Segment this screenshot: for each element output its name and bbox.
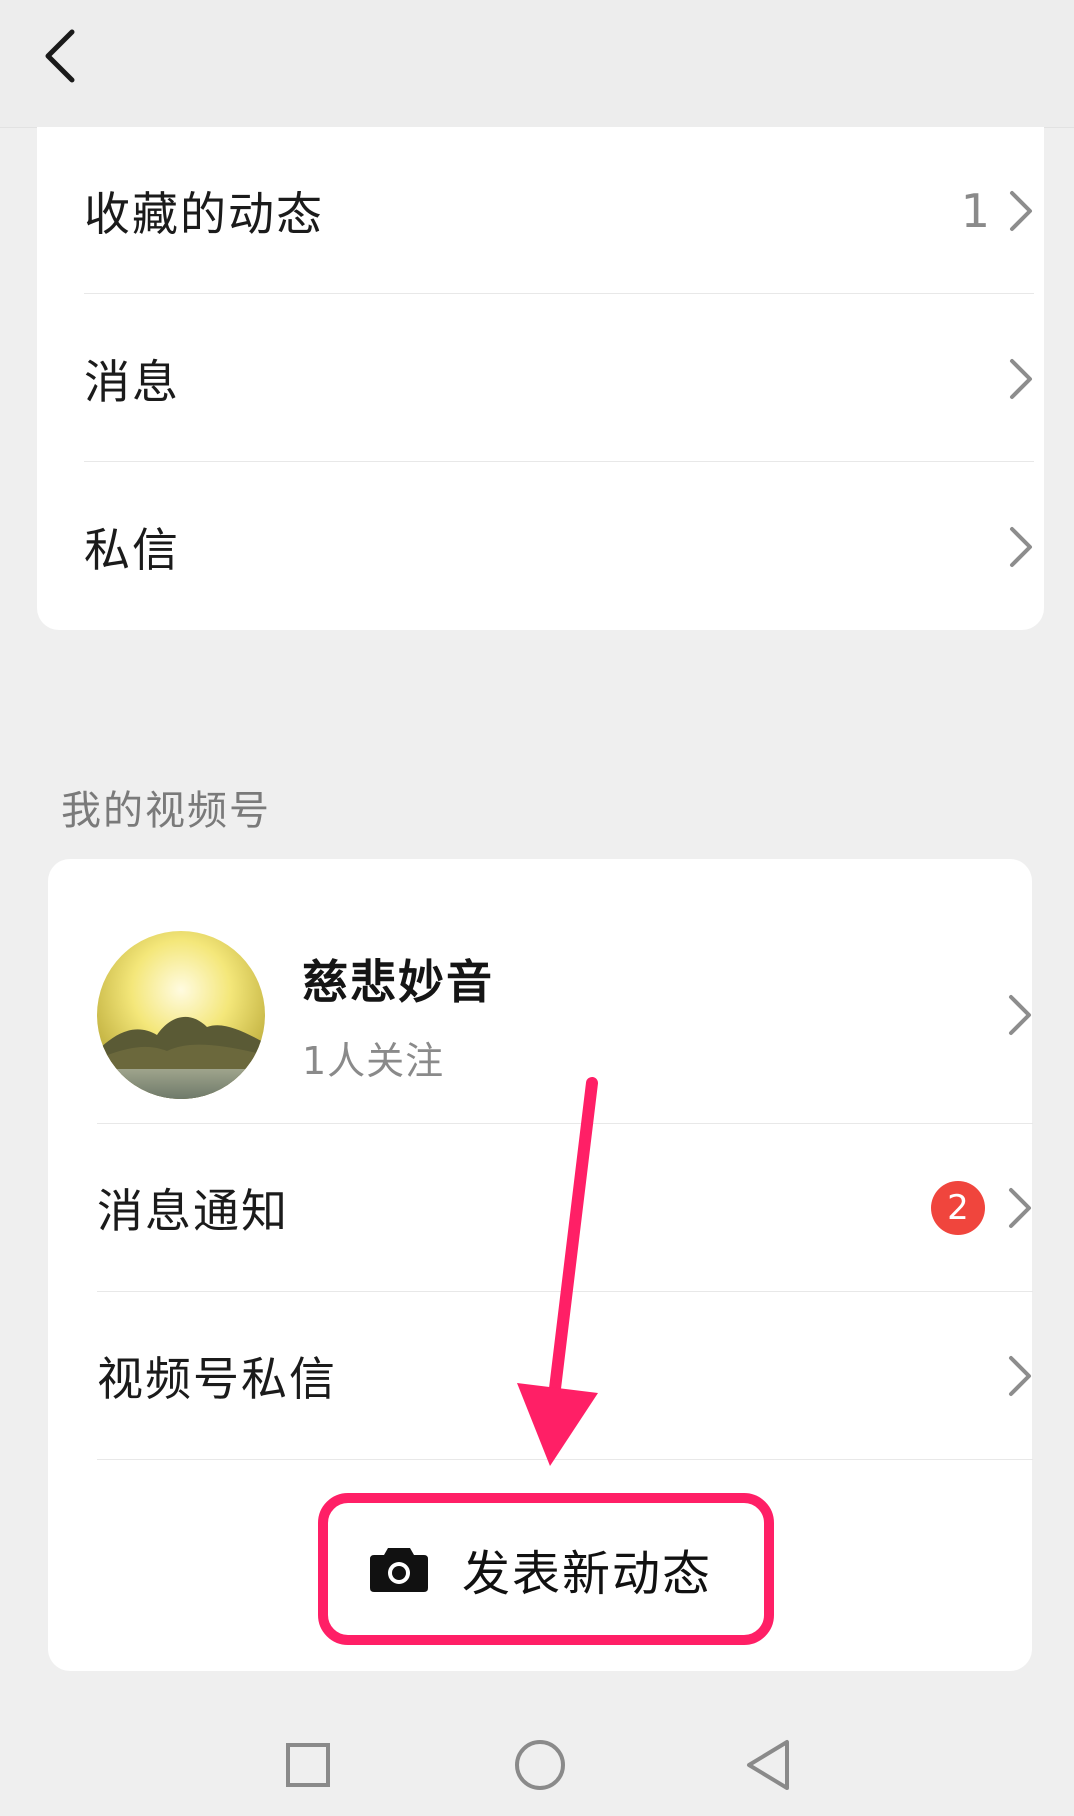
square-icon: [286, 1743, 330, 1787]
divider: [97, 1459, 1033, 1460]
follower-count: 1人关注: [302, 1038, 445, 1083]
chevron-right-icon: [1009, 995, 1031, 1035]
chevron-right-icon: [1009, 1188, 1031, 1228]
triangle-back-icon: [747, 1740, 789, 1790]
chevron-right-icon: [1010, 359, 1032, 399]
messages-row[interactable]: 消息: [84, 295, 1034, 463]
back-button[interactable]: [28, 20, 92, 92]
divider: [84, 461, 1034, 462]
row-right: 1: [961, 184, 1034, 238]
count-label: 1: [960, 184, 990, 238]
landscape-avatar: [97, 931, 265, 1099]
row-right: [1008, 525, 1034, 569]
divider: [84, 293, 1034, 294]
row-label: 收藏的动态: [84, 187, 324, 241]
profile-text: 慈悲妙音 1人关注: [302, 946, 494, 1085]
private-messages-row[interactable]: 私信: [84, 463, 1034, 631]
chevron-right-icon: [1010, 191, 1032, 231]
chevron-right-icon: [1010, 527, 1032, 567]
back-nav-button[interactable]: [728, 1730, 808, 1800]
row-label: 私信: [84, 523, 180, 577]
moments-card: 收藏的动态 1 消息 私信: [37, 127, 1044, 630]
chevron-left-icon: [45, 29, 75, 83]
post-new-moment-button[interactable]: 发表新动态: [320, 1493, 770, 1645]
row-right: 2: [931, 1181, 1033, 1235]
avatar: [97, 931, 265, 1099]
circle-icon: [515, 1740, 565, 1790]
row-label: 消息通知: [97, 1184, 289, 1238]
row-right: [1007, 993, 1033, 1037]
recent-apps-button[interactable]: [268, 1730, 348, 1800]
camera-icon: [370, 1548, 428, 1592]
channel-messages-row[interactable]: 视频号私信: [97, 1292, 1033, 1460]
notification-badge: 2: [931, 1181, 985, 1235]
channel-name: 慈悲妙音: [302, 954, 494, 1009]
row-label: 视频号私信: [97, 1352, 337, 1406]
notifications-row[interactable]: 消息通知 2: [97, 1124, 1033, 1292]
home-button[interactable]: [500, 1730, 580, 1800]
row-right: [1008, 357, 1034, 401]
row-right: [1007, 1354, 1033, 1398]
system-nav-bar: [0, 1720, 1074, 1816]
section-title: 我的视频号: [61, 788, 271, 834]
favorited-moments-row[interactable]: 收藏的动态 1: [84, 127, 1034, 295]
row-label: 消息: [84, 355, 180, 409]
chevron-right-icon: [1009, 1356, 1031, 1396]
top-bar: [0, 0, 1074, 128]
post-button-label: 发表新动态: [462, 1546, 713, 1602]
channel-profile-row[interactable]: 慈悲妙音 1人关注: [97, 907, 1033, 1123]
